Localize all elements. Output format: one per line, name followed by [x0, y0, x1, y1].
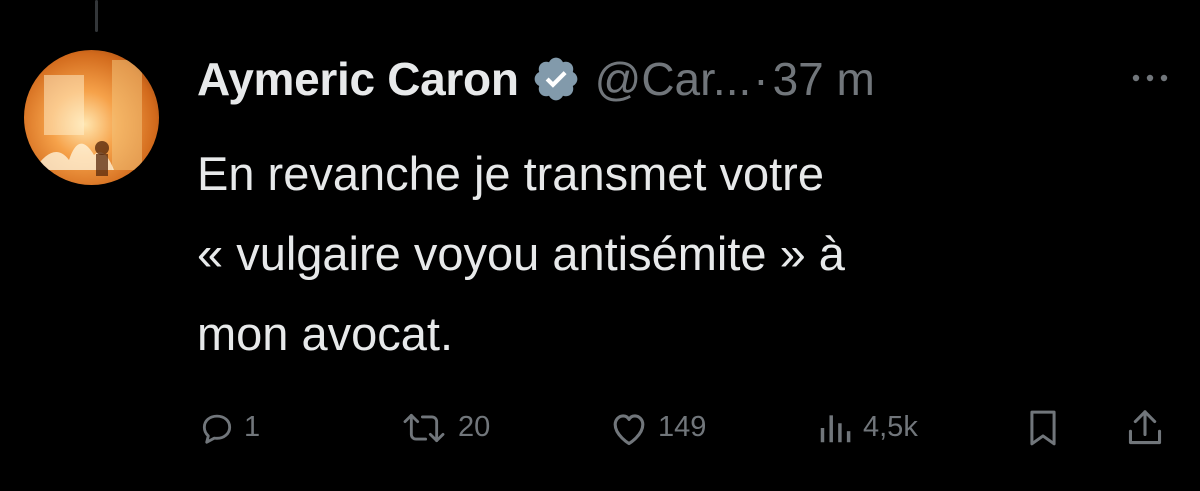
- bookmark-icon: [1024, 407, 1062, 449]
- like-button[interactable]: 149: [608, 400, 706, 455]
- tweet-text-line: En revanche je transmet votre: [197, 147, 824, 200]
- like-count: 149: [658, 411, 707, 443]
- retweet-icon: [398, 409, 450, 447]
- share-button[interactable]: [1125, 400, 1165, 455]
- more-dots-icon[interactable]: [1128, 64, 1172, 92]
- views-button[interactable]: 4,5k: [815, 400, 918, 455]
- tweet-text-line: mon avocat.: [197, 307, 454, 360]
- avatar[interactable]: [24, 50, 159, 185]
- separator-dot: ·: [753, 53, 769, 105]
- bookmark-button[interactable]: [1024, 400, 1062, 455]
- timestamp[interactable]: 37 m: [773, 52, 875, 106]
- verified-badge-icon: [531, 54, 581, 104]
- reply-button[interactable]: 1: [198, 400, 260, 455]
- tweet-header: Aymeric Caron @Car... · 37 m: [197, 48, 1157, 110]
- thread-connector-line: [95, 0, 98, 32]
- tweet-text-line: « vulgaire voyou antisémite » à: [197, 227, 845, 280]
- retweet-count: 20: [458, 411, 491, 443]
- user-handle[interactable]: @Car...: [595, 52, 752, 106]
- share-icon: [1125, 407, 1165, 449]
- views-chart-icon: [815, 409, 855, 447]
- reply-icon: [198, 409, 236, 447]
- display-name[interactable]: Aymeric Caron: [197, 52, 519, 106]
- reply-count: 1: [244, 411, 261, 443]
- retweet-button[interactable]: 20: [398, 400, 490, 455]
- action-bar: 1 20 149 4,5k: [0, 400, 1200, 455]
- heart-icon: [608, 409, 650, 447]
- views-count: 4,5k: [863, 411, 918, 443]
- tweet-text: En revanche je transmet votre « vulgaire …: [197, 134, 1147, 374]
